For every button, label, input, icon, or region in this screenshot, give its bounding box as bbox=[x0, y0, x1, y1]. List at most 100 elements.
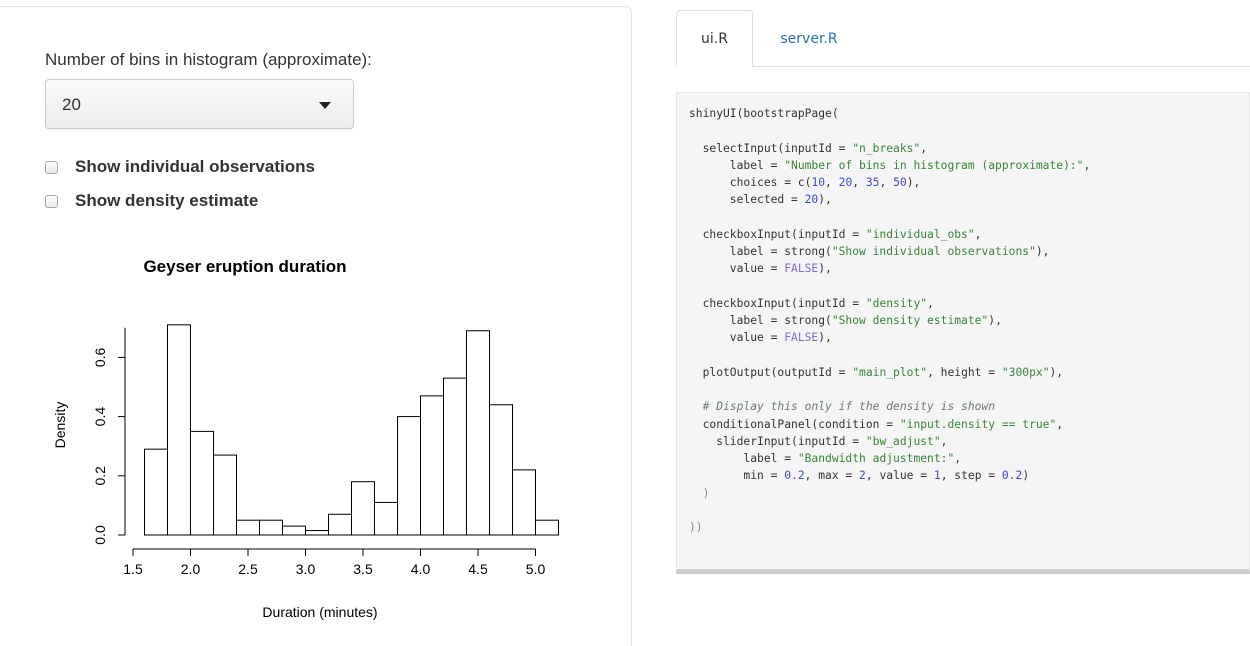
code-token: 0.2 bbox=[1001, 469, 1023, 483]
x-axis-label: Duration (minutes) bbox=[262, 604, 377, 620]
code-token: # Display this only if the density is sh… bbox=[689, 400, 996, 414]
histogram-bar bbox=[374, 501, 398, 536]
code-token: label = strong( bbox=[689, 245, 832, 258]
code-token: shinyUI(bootstrapPage( bbox=[689, 107, 839, 120]
histogram-bar bbox=[443, 377, 467, 536]
density-estimate-checkbox[interactable]: Show density estimate bbox=[45, 191, 258, 211]
histogram-bar bbox=[420, 395, 444, 536]
code-token: ), bbox=[818, 331, 832, 345]
code-token: "Number of bins in histogram (approximat… bbox=[784, 158, 1084, 172]
code-token: "individual_obs" bbox=[865, 227, 975, 241]
code-line: selectInput(inputId = "n_breaks", bbox=[689, 142, 927, 155]
histogram-bar bbox=[535, 519, 559, 536]
code-token: choices = c( bbox=[689, 176, 812, 189]
code-token: "input.density == true" bbox=[899, 417, 1057, 431]
checkbox-box[interactable] bbox=[45, 194, 58, 208]
histogram-bar bbox=[190, 430, 214, 536]
code-token: label = strong( bbox=[689, 314, 832, 327]
checkbox-label: Show density estimate bbox=[75, 191, 259, 210]
code-token: label = bbox=[689, 158, 785, 172]
code-token: conditionalPanel(condition = bbox=[689, 417, 900, 431]
histogram-bar bbox=[144, 448, 168, 536]
code-line: value = FALSE), bbox=[689, 331, 832, 344]
x-tick-label: 1.5 bbox=[123, 561, 143, 577]
code-token: "300px" bbox=[1001, 365, 1050, 379]
code-token: ) bbox=[1022, 469, 1030, 483]
tab-ui-r[interactable]: ui.R bbox=[676, 10, 753, 67]
code-token: , bbox=[825, 176, 839, 189]
x-tick-label: 3.5 bbox=[353, 561, 373, 577]
code-line: sliderInput(inputId = "bw_adjust", bbox=[689, 435, 947, 448]
x-tick-label: 2.0 bbox=[181, 561, 201, 577]
bins-select[interactable]: 20 bbox=[45, 79, 354, 129]
code-line: label = "Bandwidth adjustment:", bbox=[689, 452, 961, 465]
x-axis: 1.5 2.0 2.5 3.0 3.5 4.0 4.5 5.0 bbox=[123, 548, 546, 577]
chart-title: Geyser eruption duration bbox=[143, 257, 346, 276]
code-token: label = bbox=[689, 452, 798, 465]
code-token: min = bbox=[689, 469, 785, 483]
code-token: , step = bbox=[940, 469, 1002, 483]
y-tick-label: 0.2 bbox=[92, 466, 108, 486]
code-block: shinyUI(bootstrapPage( selectInput(input… bbox=[676, 92, 1250, 574]
code-token: 20 bbox=[838, 176, 853, 189]
code-token: FALSE bbox=[784, 262, 819, 276]
code-token: 35 bbox=[865, 176, 880, 189]
histogram-bar bbox=[512, 469, 536, 536]
x-tick-label: 4.5 bbox=[468, 561, 488, 577]
code-line: label = strong("Show individual observat… bbox=[689, 245, 1050, 258]
code-token: "Show individual observations" bbox=[831, 245, 1036, 258]
code-token: "density" bbox=[865, 296, 928, 310]
code-token: 2 bbox=[859, 469, 866, 483]
code-line: label = strong("Show density estimate"), bbox=[689, 314, 1002, 327]
code-token: 0.2 bbox=[784, 469, 805, 483]
histogram-bar bbox=[466, 330, 490, 536]
code-line: value = FALSE), bbox=[689, 262, 832, 275]
histogram-bar bbox=[351, 481, 375, 536]
y-axis: 0.0 0.2 0.4 0.6 bbox=[92, 327, 126, 545]
code-token: , bbox=[852, 176, 866, 189]
y-tick-label: 0.4 bbox=[92, 407, 108, 427]
code-line: checkboxInput(inputId = "individual_obs"… bbox=[689, 227, 982, 241]
code-token: 20 bbox=[804, 193, 819, 207]
code-line: # Display this only if the density is sh… bbox=[689, 400, 995, 413]
code-token: checkboxInput(inputId = bbox=[689, 227, 866, 241]
code-token: , bbox=[940, 434, 948, 448]
code-token: 50 bbox=[893, 176, 907, 189]
code-token: ), bbox=[818, 193, 832, 207]
x-tick-label: 4.0 bbox=[411, 561, 431, 577]
x-tick-label: 5.0 bbox=[526, 561, 546, 577]
code-token: , bbox=[1083, 158, 1091, 172]
checkbox-label: Show individual observations bbox=[75, 157, 315, 176]
code-token: "n_breaks" bbox=[852, 141, 921, 155]
code-token: selected = bbox=[689, 193, 805, 207]
code-line: checkboxInput(inputId = "density", bbox=[689, 297, 934, 310]
bars-group bbox=[144, 324, 559, 536]
code-token: , height = bbox=[927, 365, 1002, 379]
histogram-bar bbox=[213, 454, 237, 536]
histogram-bar bbox=[489, 404, 513, 536]
code-line: )) bbox=[689, 521, 703, 534]
code-token: "Show density estimate" bbox=[831, 314, 989, 327]
code-token: )) bbox=[689, 521, 703, 534]
code-token: ), bbox=[818, 262, 832, 276]
code-token: "main_plot" bbox=[852, 365, 928, 379]
code-token: ), bbox=[988, 314, 1002, 327]
code-token: sliderInput(inputId = bbox=[689, 434, 866, 448]
code-token: 1 bbox=[933, 469, 941, 483]
code-token: plotOutput(outputId = bbox=[689, 365, 853, 379]
histogram-bar bbox=[167, 324, 191, 536]
code-line: min = 0.2, max = 2, value = 1, step = 0.… bbox=[689, 469, 1029, 482]
code-line: label = "Number of bins in histogram (ap… bbox=[689, 158, 1091, 172]
y-axis-label: Density bbox=[52, 402, 68, 449]
code-token: ), bbox=[1035, 245, 1050, 258]
code-token: "bw_adjust" bbox=[865, 434, 941, 448]
code-line: choices = c(10, 20, 35, 50), bbox=[689, 176, 921, 189]
code-token: , bbox=[920, 141, 928, 155]
histogram-bar bbox=[328, 513, 352, 536]
file-tabs: ui.R server.R bbox=[676, 10, 1250, 67]
individual-observations-checkbox[interactable]: Show individual observations bbox=[45, 157, 315, 177]
code-token: selectInput(inputId = bbox=[689, 141, 853, 155]
checkbox-box[interactable] bbox=[45, 160, 58, 174]
code-token: "Bandwidth adjustment:" bbox=[797, 452, 955, 465]
tab-server-r[interactable]: server.R bbox=[764, 10, 854, 67]
